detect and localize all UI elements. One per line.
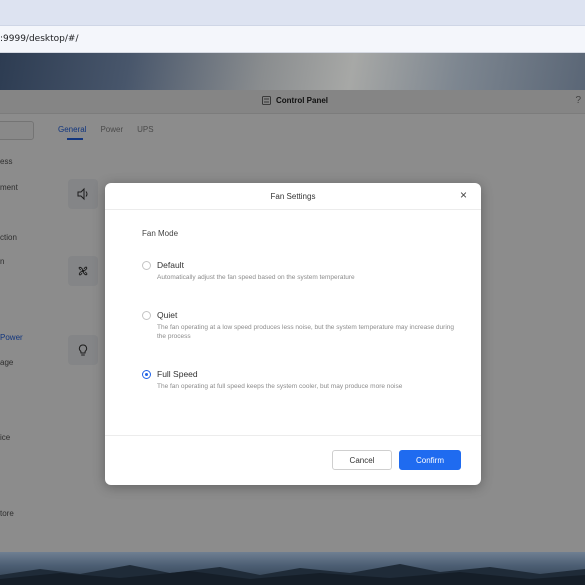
browser-tab-strip: [0, 0, 585, 26]
cancel-button[interactable]: Cancel: [332, 450, 392, 470]
radio-quiet[interactable]: [142, 311, 151, 320]
option-description: The fan operating at a low speed produce…: [157, 324, 454, 340]
option-title[interactable]: Default: [157, 260, 184, 270]
dialog-header: Fan Settings ×: [105, 183, 481, 210]
option-title[interactable]: Quiet: [157, 310, 177, 320]
fan-settings-dialog: Fan Settings × Fan Mode Default Automati…: [105, 183, 481, 485]
desktop-wallpaper-bottom: [0, 552, 585, 585]
option-description: The fan operating at full speed keeps th…: [157, 383, 403, 390]
dialog-title: Fan Settings: [270, 192, 316, 201]
close-icon[interactable]: ×: [460, 189, 467, 201]
fan-mode-label: Fan Mode: [142, 229, 179, 238]
confirm-button[interactable]: Confirm: [399, 450, 461, 470]
address-bar[interactable]: :9999/desktop/#/: [0, 26, 585, 53]
option-title[interactable]: Full Speed: [157, 369, 198, 379]
desktop-wallpaper-top: [0, 53, 585, 91]
address-url[interactable]: :9999/desktop/#/: [0, 34, 78, 44]
radio-full-speed[interactable]: [142, 370, 151, 379]
radio-default[interactable]: [142, 261, 151, 270]
option-description: Automatically adjust the fan speed based…: [157, 274, 355, 281]
dialog-footer-divider: [105, 435, 481, 436]
mountains-graphic: [0, 564, 585, 585]
